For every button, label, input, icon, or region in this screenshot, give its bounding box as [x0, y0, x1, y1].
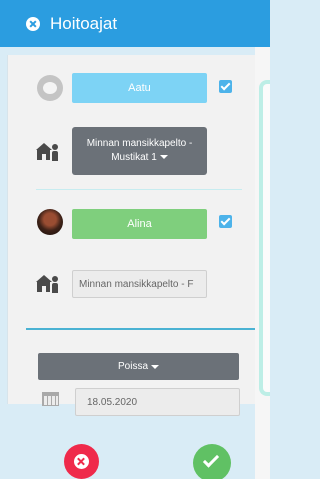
divider [36, 189, 242, 190]
section-divider [26, 328, 255, 330]
status-select-label: Poissa [117, 361, 148, 372]
group-select-line1: Minnan mansikkapelto - [86, 137, 193, 149]
child-checkbox-aatu[interactable] [219, 80, 232, 93]
group-select-line2: Mustikat 1 [111, 152, 157, 163]
confirm-button[interactable] [193, 444, 231, 479]
status-select[interactable]: Poissa [38, 353, 239, 380]
header-bar: Hoitoajat [0, 0, 270, 47]
daycare-group-icon [36, 275, 61, 295]
caret-down-icon [159, 155, 168, 160]
date-field[interactable]: 18.05.2020 [75, 388, 240, 416]
daycare-group-icon [36, 143, 61, 163]
avatar-face-icon [43, 82, 57, 94]
cancel-x-icon [74, 454, 89, 469]
check-icon [202, 451, 220, 468]
side-calendar-card [259, 80, 270, 396]
page-title: Hoitoajat [50, 13, 118, 33]
child-name-alina[interactable]: Alina [72, 209, 207, 239]
caret-down-icon [151, 364, 159, 369]
child-avatar-default [37, 75, 63, 101]
group-field-alina[interactable]: Minnan mansikkapelto - F [72, 270, 207, 298]
cancel-button[interactable] [64, 444, 99, 479]
group-select-aatu[interactable]: Minnan mansikkapelto - Mustikat 1 [72, 127, 207, 175]
child-avatar-photo [37, 209, 63, 235]
child-checkbox-alina[interactable] [219, 215, 232, 228]
child-name-aatu[interactable]: Aatu [72, 73, 207, 103]
calendar-icon [42, 392, 59, 406]
close-icon[interactable] [26, 16, 40, 31]
